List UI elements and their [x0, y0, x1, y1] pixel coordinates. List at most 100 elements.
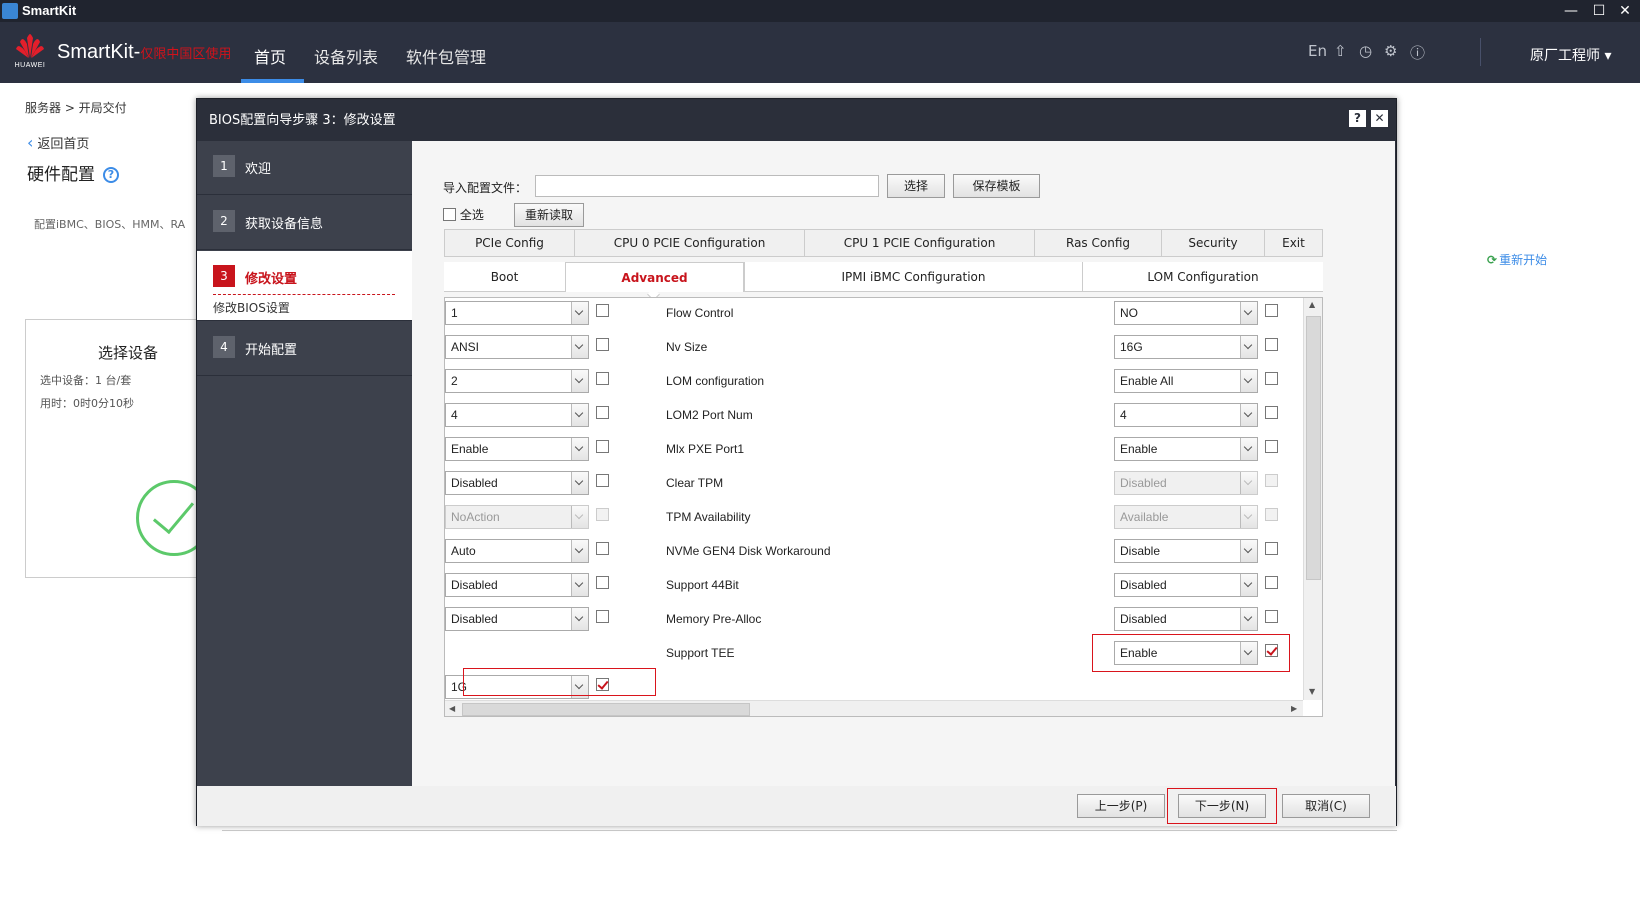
chevron-down-icon [1240, 608, 1257, 630]
horizontal-scrollbar[interactable]: ◀ ▶ [445, 700, 1303, 716]
step-start-config[interactable]: 4 开始配置 [197, 322, 412, 376]
right-checkbox[interactable] [1265, 372, 1278, 385]
tab-cpu0-pcie[interactable]: CPU 0 PCIE Configuration [574, 229, 805, 257]
scroll-thumb[interactable] [1306, 316, 1321, 580]
chevron-down-icon [1240, 540, 1257, 562]
table-row: Disabled Support 44Bit Disabled [445, 570, 1303, 604]
right-select[interactable]: Disabled [1114, 573, 1258, 597]
right-select[interactable]: Enable [1114, 437, 1258, 461]
right-select[interactable]: Disable [1114, 539, 1258, 563]
tab-boot[interactable]: Boot [444, 262, 565, 292]
right-checkbox[interactable] [1265, 406, 1278, 419]
dialog-help-button[interactable]: ? [1349, 110, 1366, 127]
tab-ras-config[interactable]: Ras Config [1034, 229, 1162, 257]
chevron-down-icon [1240, 506, 1257, 528]
left-select[interactable]: 4 [445, 403, 589, 427]
left-select[interactable]: Auto [445, 539, 589, 563]
left-select[interactable]: Disabled [445, 471, 589, 495]
minimize-button[interactable]: — [1560, 1, 1582, 21]
clock-icon[interactable]: ◷ [1359, 42, 1372, 60]
left-checkbox[interactable] [596, 406, 609, 419]
tab-cpu1-pcie[interactable]: CPU 1 PCIE Configuration [804, 229, 1035, 257]
left-select[interactable]: 2 [445, 369, 589, 393]
step-label: 开始配置 [245, 343, 298, 358]
select-all[interactable]: 全选 [443, 206, 484, 223]
scroll-up-icon[interactable]: ▲ [1309, 300, 1315, 309]
tab-exit[interactable]: Exit [1264, 229, 1323, 257]
left-checkbox[interactable] [596, 474, 609, 487]
step-modify-settings[interactable]: 3 修改设置 修改BIOS设置 [197, 251, 412, 321]
tab-lom-config[interactable]: LOM Configuration [1082, 262, 1323, 292]
scroll-down-icon[interactable]: ▼ [1309, 687, 1315, 696]
save-template-button[interactable]: 保存模板 [953, 174, 1040, 198]
help-icon[interactable]: ? [103, 167, 119, 183]
right-checkbox[interactable] [1265, 610, 1278, 623]
left-checkbox[interactable] [596, 440, 609, 453]
upload-icon[interactable]: ⇧ [1334, 42, 1347, 60]
cancel-button[interactable]: 取消(C) [1282, 794, 1370, 818]
reload-button[interactable]: 重新读取 [514, 203, 584, 227]
gear-icon[interactable]: ⚙ [1384, 42, 1397, 60]
left-select-value: NoAction [451, 510, 500, 524]
right-select[interactable]: Enable All [1114, 369, 1258, 393]
table-row: Enable Mlx PXE Port1 Enable [445, 434, 1303, 468]
step-welcome[interactable]: 1 欢迎 [197, 141, 412, 195]
scroll-left-icon[interactable]: ◀ [449, 704, 455, 713]
left-select[interactable]: Disabled [445, 607, 589, 631]
dialog-close-button[interactable]: ✕ [1371, 110, 1388, 127]
right-select[interactable]: NO [1114, 301, 1258, 325]
help-icon[interactable]: ⓘ [1410, 42, 1425, 63]
table-row: 1 Flow Control NO [445, 298, 1303, 332]
prev-button[interactable]: 上一步(P) [1077, 794, 1165, 818]
import-config-input[interactable] [535, 175, 879, 197]
close-window-button[interactable]: ✕ [1614, 1, 1636, 21]
left-checkbox[interactable] [596, 372, 609, 385]
scroll-thumb[interactable] [462, 703, 750, 716]
right-select[interactable]: Disabled [1114, 607, 1258, 631]
scroll-right-icon[interactable]: ▶ [1291, 704, 1297, 713]
select-all-checkbox[interactable] [443, 208, 456, 221]
left-select[interactable]: Disabled [445, 573, 589, 597]
nav-device-list[interactable]: 设备列表 [314, 44, 378, 68]
restart-link[interactable]: ⟳ 重新开始 [1487, 251, 1547, 268]
left-checkbox[interactable] [596, 304, 609, 317]
back-home-link[interactable]: ‹ 返回首页 [27, 133, 89, 152]
chevron-down-icon [571, 472, 588, 494]
table-row: Disabled Clear TPM Disabled [445, 468, 1303, 502]
chevron-down-icon [1240, 574, 1257, 596]
right-checkbox[interactable] [1265, 338, 1278, 351]
step-get-device-info[interactable]: 2 获取设备信息 [197, 196, 412, 250]
left-select[interactable]: Enable [445, 437, 589, 461]
table-row: Auto NVMe GEN4 Disk Workaround Disable [445, 536, 1303, 570]
right-checkbox[interactable] [1265, 576, 1278, 589]
left-select[interactable]: 1 [445, 301, 589, 325]
highlight-box [1092, 634, 1290, 672]
vertical-scrollbar[interactable]: ▲ ▼ [1303, 298, 1322, 700]
left-checkbox[interactable] [596, 542, 609, 555]
table-row: NoAction TPM Availability Available [445, 502, 1303, 536]
left-select[interactable]: ANSI [445, 335, 589, 359]
right-select-value: Disabled [1120, 578, 1167, 592]
tab-pcie-config[interactable]: PCIe Config [444, 229, 575, 257]
setting-name: LOM2 Port Num [666, 408, 753, 422]
nav-package-management[interactable]: 软件包管理 [406, 44, 486, 68]
right-select[interactable]: 16G [1114, 335, 1258, 359]
tab-ipmi-ibmc[interactable]: IPMI iBMC Configuration [744, 262, 1082, 292]
right-checkbox[interactable] [1265, 304, 1278, 317]
device-card: 选择设备 选中设备：1 台/套 用时：0时0分10秒 [25, 319, 212, 578]
nav-home[interactable]: 首页 [254, 44, 286, 68]
left-checkbox[interactable] [596, 338, 609, 351]
choose-button[interactable]: 选择 [887, 174, 945, 198]
left-checkbox[interactable] [596, 576, 609, 589]
right-select[interactable]: 4 [1114, 403, 1258, 427]
tab-security[interactable]: Security [1161, 229, 1265, 257]
right-select-value: Disabled [1120, 476, 1167, 490]
user-menu[interactable]: 原厂工程师 ▾ [1530, 45, 1611, 65]
maximize-button[interactable]: ☐ [1588, 1, 1610, 21]
left-checkbox[interactable] [596, 610, 609, 623]
right-checkbox [1265, 508, 1278, 521]
tab-advanced[interactable]: Advanced [565, 262, 744, 292]
language-toggle[interactable]: En [1308, 42, 1327, 60]
right-checkbox[interactable] [1265, 440, 1278, 453]
right-checkbox[interactable] [1265, 542, 1278, 555]
